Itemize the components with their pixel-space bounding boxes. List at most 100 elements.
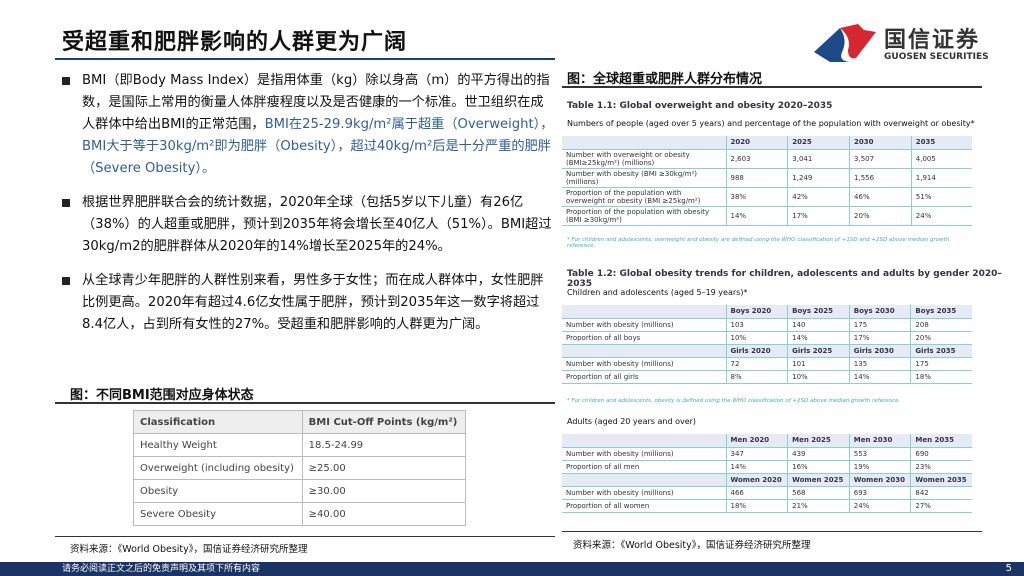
title-divider xyxy=(55,58,555,60)
table-row: Girls 2020 Girls 2025 Girls 2030 Girls 2035 xyxy=(562,344,972,358)
table-cell: Boys 2025 xyxy=(787,305,850,319)
table-cell: Obesity xyxy=(133,479,303,503)
right-figure-title: 图：全球超重或肥胖人群分布情况 xyxy=(567,72,763,87)
table-cell: 690 xyxy=(910,447,972,461)
table-cell: 18% xyxy=(910,370,972,384)
table-cell: Severe Obesity xyxy=(133,502,303,526)
table-cell: Proportion of all women xyxy=(562,499,726,513)
bullet-gender: 从全球青少年肥胖的人群性别来看，男性多于女性；而在成人群体中，女性肥胖比例更高。… xyxy=(62,270,554,336)
guosen-logo: 国信证券 GUOSEN SECURITIES xyxy=(812,20,1012,68)
table-row: Men 2020 Men 2025 Men 2030 Men 2035 xyxy=(562,434,972,448)
table-cell: 14% xyxy=(787,331,850,345)
table-cell: Healthy Weight xyxy=(133,433,303,457)
table-row: Proportion of all girls 8% 10% 14% 18% xyxy=(562,370,972,384)
table-cell: 27% xyxy=(910,499,972,513)
table-row: Obesity ≥30.00 xyxy=(133,479,467,503)
table-cell: Women 2035 xyxy=(910,473,972,487)
table-cell: Girls 2030 xyxy=(848,344,911,358)
table-cell: 19% xyxy=(848,460,911,474)
table-row: Number with obesity (millions) 347 439 553 6… xyxy=(562,447,972,461)
table-cell: 51% xyxy=(910,187,972,207)
table-cell: Overweight (including obesity) xyxy=(133,456,303,480)
table-row: Severe Obesity ≥40.00 xyxy=(133,502,467,526)
table-cell: BMI Cut-Off Points (kg/m²) xyxy=(301,410,467,434)
table-cell: 1,914 xyxy=(910,168,972,188)
table-cell: 347 xyxy=(725,447,788,461)
table-row: Proportion of all men 14% 16% 19% 23% xyxy=(562,460,972,474)
table1-title: Table 1.1: Global overweight and obesity… xyxy=(567,101,833,111)
table2-note: * For children and adolescents, obesity … xyxy=(567,398,901,404)
table2-subtitle: Children and adolescents (aged 5–19 year… xyxy=(567,288,748,297)
table1-subtitle: Numbers of people (aged over 5 years) an… xyxy=(567,119,975,128)
table-cell: Proportion of all boys xyxy=(562,331,726,345)
table-cell: ≥40.00 xyxy=(301,502,467,526)
table-cell: 42% xyxy=(787,187,850,207)
table-cell: 175 xyxy=(910,357,972,371)
table-cell xyxy=(562,434,726,448)
table-cell: 2030 xyxy=(849,136,912,150)
table-cell: Boys 2035 xyxy=(910,305,972,319)
table-cell: Girls 2035 xyxy=(910,344,972,358)
table-cell: 8% xyxy=(725,370,788,384)
table-cell: 208 xyxy=(910,318,972,332)
table-cell: Women 2025 xyxy=(787,473,850,487)
logo-en: GUOSEN SECURITIES xyxy=(884,52,989,62)
table-row: Number with obesity (millions) 466 568 693 8… xyxy=(562,486,972,500)
right-source: 资料来源：《World Obesity》，国信证券经济研究所整理 xyxy=(573,540,811,551)
bmi-table: Classification BMI Cut-Off Points (kg/m²)… xyxy=(133,410,467,526)
logo-mark-icon xyxy=(814,24,876,62)
footer-disclaimer: 请务必阅读正文之后的免责声明及其项下所有内容 xyxy=(0,562,1024,576)
page-number: 5 xyxy=(1005,563,1012,574)
table-cell: 988 xyxy=(725,168,788,188)
table-cell: 140 xyxy=(787,318,850,332)
table-cell xyxy=(562,305,726,319)
table1: 2020 2025 2030 2035 Number with overweight o… xyxy=(562,136,972,226)
table-cell: 439 xyxy=(787,447,850,461)
left-source-divider xyxy=(55,536,555,537)
table-cell: Number with obesity (millions) xyxy=(562,486,726,500)
table2-title: Table 1.2: Global obesity trends for chi… xyxy=(567,269,1002,289)
table-cell: Classification xyxy=(133,410,303,434)
table1-note: * For children and adolescents, overweig… xyxy=(567,237,950,249)
table-row: Healthy Weight 18.5-24.99 xyxy=(133,433,467,457)
table-cell: Number with overweight or obesity (BMI≥2… xyxy=(562,149,726,169)
table-cell: Boys 2030 xyxy=(848,305,911,319)
table-cell: ≥30.00 xyxy=(301,479,467,503)
table-cell: Proportion of the population with overwe… xyxy=(562,187,726,207)
logo-cn: 国信证券 xyxy=(884,28,981,53)
left-source: 资料来源：《World Obesity》，国信证券经济研究所整理 xyxy=(70,544,308,555)
table-cell: 20% xyxy=(910,331,972,345)
table-cell: 20% xyxy=(849,206,912,226)
bullet-text: 从全球青少年肥胖的人群性别来看，男性多于女性；而在成人群体中，女性肥胖比例更高。… xyxy=(82,273,544,332)
table-cell: 842 xyxy=(910,486,972,500)
table-row: Proportion of all women 18% 21% 24% 27% xyxy=(562,499,972,513)
table-cell: 2,603 xyxy=(725,149,788,169)
table-cell: 4,005 xyxy=(910,149,972,169)
table-cell: 24% xyxy=(910,206,972,226)
table-row: Number with obesity (millions) 72 101 135 17… xyxy=(562,357,972,371)
table-cell: 14% xyxy=(725,206,788,226)
table-row: 2020 2025 2030 2035 xyxy=(562,136,972,150)
table-cell: Boys 2020 xyxy=(725,305,788,319)
table-cell: Men 2035 xyxy=(910,434,972,448)
table-row: Number with obesity (millions) 103 140 175 2… xyxy=(562,318,972,332)
table-cell: Men 2020 xyxy=(725,434,788,448)
table-cell: 135 xyxy=(848,357,911,371)
table-cell: Men 2030 xyxy=(848,434,911,448)
table-cell: 14% xyxy=(848,370,911,384)
table-cell: 1,249 xyxy=(787,168,850,188)
table-cell: 1,556 xyxy=(849,168,912,188)
bullet-text: 根据世界肥胖联合会的统计数据，2020年全球（包括5岁以下儿童）有26亿（38%… xyxy=(82,195,552,254)
table-cell: Number with obesity (millions) xyxy=(562,447,726,461)
table-cell: 2020 xyxy=(725,136,788,150)
table-cell: 103 xyxy=(725,318,788,332)
left-figure-title: 图：不同BMI范围对应身体状态 xyxy=(70,388,254,403)
table-cell: 18% xyxy=(725,499,788,513)
table-cell xyxy=(562,344,726,358)
table-cell: ≥25.00 xyxy=(301,456,467,480)
table-cell: 10% xyxy=(787,370,850,384)
table-cell: Men 2025 xyxy=(787,434,850,448)
table-row: Proportion of the population with obesit… xyxy=(562,206,972,226)
table-cell: 23% xyxy=(910,460,972,474)
table-row: Number with obesity (BMI ≥30kg/m²) (mill… xyxy=(562,168,972,188)
